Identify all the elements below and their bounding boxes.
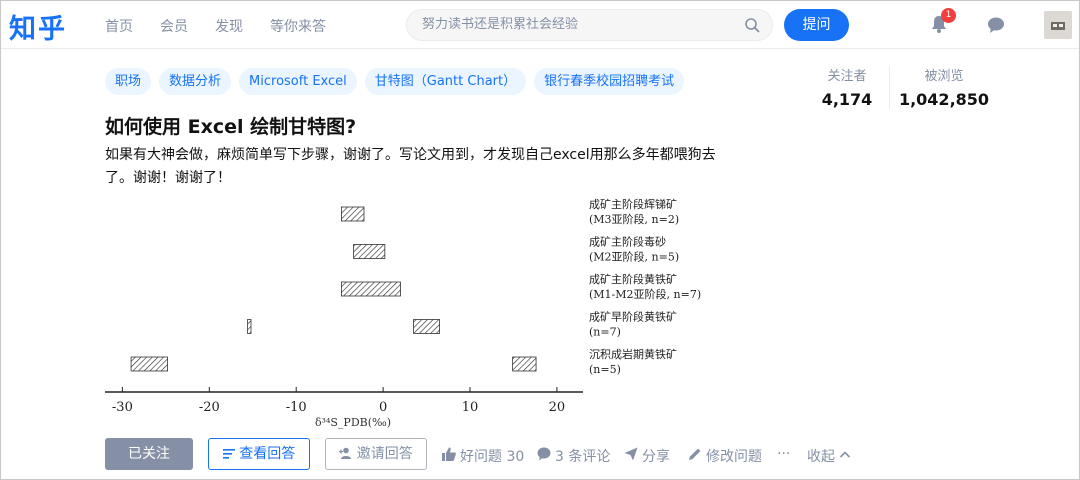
x-tick-label: -30 xyxy=(112,400,133,415)
category-label: 成矿主阶段毒砂 xyxy=(589,235,666,249)
x-tick-label: 0 xyxy=(379,400,387,415)
x-tick-label: -20 xyxy=(199,400,220,415)
chevron-up-icon xyxy=(839,448,851,464)
x-tick-label: 20 xyxy=(549,400,566,415)
views-count: 1,042,850 xyxy=(898,90,990,109)
view-answers-label: 查看回答 xyxy=(239,446,296,462)
collapse-action[interactable]: 收起 xyxy=(807,446,851,466)
category-label: 成矿主阶段黄铁矿 xyxy=(589,272,677,286)
topic-tag[interactable]: 职场 xyxy=(105,68,152,95)
messages-icon[interactable] xyxy=(986,15,1006,39)
category-label: 成矿主阶段辉锑矿 xyxy=(589,197,677,211)
category-sublabel: (n=7) xyxy=(589,326,621,339)
category-sublabel: (M2亚阶段, n=5) xyxy=(589,250,679,264)
good-question-action[interactable]: 好问题 30 xyxy=(442,446,524,466)
topic-tags: 职场 数据分析 Microsoft Excel 甘特图（Gantt Chart）… xyxy=(105,68,685,95)
add-user-icon xyxy=(339,446,356,462)
more-icon: ··· xyxy=(777,446,791,462)
question-figure: -30 -20 -10 0 10 20 成矿主阶段辉锑矿 (M3亚阶段, n=2) 成矿主阶段毒… xyxy=(105,189,721,433)
invite-answer-button[interactable]: 邀请回答 xyxy=(325,438,427,470)
view-answers-button[interactable]: 查看回答 xyxy=(208,438,310,470)
search-box xyxy=(406,9,773,41)
share-action[interactable]: 分享 xyxy=(624,446,670,466)
notification-badge: 1 xyxy=(941,8,956,23)
nav-home[interactable]: 首页 xyxy=(105,16,133,36)
main-nav: 首页 会员 发现 等你来答 xyxy=(105,16,326,36)
share-label: 分享 xyxy=(642,449,670,465)
topic-tag[interactable]: Microsoft Excel xyxy=(239,68,357,95)
topic-tag[interactable]: 银行春季校园招聘考试 xyxy=(534,68,685,95)
pencil-icon xyxy=(688,447,702,465)
followed-button[interactable]: 已关注 xyxy=(105,438,193,470)
views-stat: 被浏览 1,042,850 xyxy=(898,65,990,109)
category-label: 沉积成岩期黄铁矿 xyxy=(589,347,677,361)
nav-membership[interactable]: 会员 xyxy=(160,16,188,36)
plot-area: -30 -20 -10 0 10 20 成矿主阶段辉锑矿(M3亚阶段, n=2) 成矿主阶段毒… xyxy=(105,197,701,415)
page-frame: 知乎 首页 会员 发现 等你来答 提问 1 职场 数据分析 Microsoft … xyxy=(0,0,1080,480)
category-sublabel: (M1-M2亚阶段, n=7) xyxy=(589,287,701,301)
x-tick-label: -10 xyxy=(286,400,307,415)
followers-stat[interactable]: 关注者 4,174 xyxy=(813,65,881,109)
range-bar xyxy=(340,281,401,297)
invite-answer-label: 邀请回答 xyxy=(356,446,413,462)
comments-label: 3 条评论 xyxy=(555,449,611,465)
share-icon xyxy=(624,447,638,465)
topic-tag[interactable]: 甘特图（Gantt Chart） xyxy=(364,68,527,95)
good-question-label: 好问题 30 xyxy=(460,449,525,465)
range-bar xyxy=(130,356,168,372)
edit-question-action[interactable]: 修改问题 xyxy=(688,446,762,466)
range-bar xyxy=(340,206,365,222)
range-bar xyxy=(413,319,441,334)
x-axis-label: δ³⁴S_PDB(‰) xyxy=(315,416,391,429)
followers-label: 关注者 xyxy=(827,69,867,84)
views-label: 被浏览 xyxy=(924,69,964,84)
nav-waiting-answers[interactable]: 等你来答 xyxy=(270,16,326,36)
thumbs-up-icon xyxy=(442,447,456,465)
sulfur-isotope-chart: -30 -20 -10 0 10 20 成矿主阶段辉锑矿(M3亚阶段, n=2) 成矿主阶段毒… xyxy=(105,197,701,429)
question-stats: 关注者 4,174 被浏览 1,042,850 xyxy=(813,65,990,109)
zhihu-logo[interactable]: 知乎 xyxy=(9,7,67,46)
user-avatar[interactable] xyxy=(1044,11,1072,39)
range-bar xyxy=(353,244,386,259)
comments-action[interactable]: 3 条评论 xyxy=(537,446,610,466)
comment-icon xyxy=(537,447,551,465)
category-sublabel: (n=5) xyxy=(589,363,621,376)
category-sublabel: (M3亚阶段, n=2) xyxy=(589,212,679,226)
ask-question-button[interactable]: 提问 xyxy=(784,9,849,41)
search-icon[interactable] xyxy=(744,17,760,37)
nav-discover[interactable]: 发现 xyxy=(215,16,243,36)
stats-divider xyxy=(889,65,890,109)
followers-count: 4,174 xyxy=(821,90,873,109)
list-icon xyxy=(222,446,239,462)
top-navbar: 知乎 首页 会员 发现 等你来答 提问 1 xyxy=(1,1,1079,49)
question-description: 如果有大神会做，麻烦简单写下步骤，谢谢了。写论文用到，才发现自己excel用那么… xyxy=(105,147,716,186)
range-bar xyxy=(512,356,537,372)
range-bar xyxy=(247,319,252,334)
question-action-bar: 已关注 查看回答 邀请回答 好问题 30 3 条评论 分享 修改问题 ··· 收… xyxy=(105,438,865,470)
category-label: 成矿早阶段黄铁矿 xyxy=(589,310,677,324)
edit-question-label: 修改问题 xyxy=(706,449,762,465)
x-tick-label: 10 xyxy=(462,400,479,415)
collapse-label: 收起 xyxy=(807,449,835,465)
question-title: 如何使用 Excel 绘制甘特图? xyxy=(105,116,357,138)
topic-tag[interactable]: 数据分析 xyxy=(159,68,232,95)
search-input[interactable] xyxy=(422,17,722,32)
more-options-button[interactable]: ··· xyxy=(777,446,790,462)
